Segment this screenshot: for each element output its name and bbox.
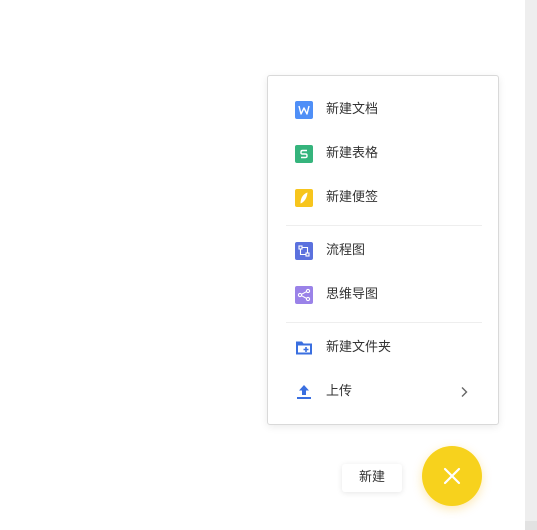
flowchart-icon — [295, 242, 313, 260]
new-folder-icon — [295, 339, 313, 357]
new-tooltip: 新建 — [342, 464, 402, 492]
menu-item-upload[interactable]: 上传 — [268, 372, 498, 412]
new-menu: 新建文档 新建表格 新建便签 流程图 思维导图 新建文件夹 上传 — [267, 75, 499, 425]
menu-item-flowchart[interactable]: 流程图 — [268, 231, 498, 271]
vertical-scrollbar[interactable] — [525, 0, 537, 530]
upload-icon — [295, 383, 313, 401]
menu-divider — [286, 225, 482, 226]
mindmap-icon — [295, 286, 313, 304]
spreadsheet-icon — [295, 145, 313, 163]
note-icon — [295, 189, 313, 207]
close-fab-button[interactable] — [422, 446, 482, 506]
close-icon — [443, 467, 461, 485]
menu-item-label: 新建文件夹 — [326, 340, 392, 355]
menu-item-label: 思维导图 — [326, 287, 379, 302]
menu-item-new-document[interactable]: 新建文档 — [268, 90, 498, 130]
menu-item-new-note[interactable]: 新建便签 — [268, 178, 498, 218]
scrollbar-corner — [525, 521, 537, 530]
menu-item-label: 流程图 — [326, 243, 366, 258]
chevron-right-icon — [458, 384, 470, 400]
menu-item-label: 新建便签 — [326, 190, 379, 205]
menu-item-new-folder[interactable]: 新建文件夹 — [268, 328, 498, 368]
menu-divider — [286, 322, 482, 323]
menu-item-label: 新建文档 — [326, 102, 379, 117]
page: 新建文档 新建表格 新建便签 流程图 思维导图 新建文件夹 上传 新建 — [0, 0, 537, 530]
menu-item-mindmap[interactable]: 思维导图 — [268, 275, 498, 315]
word-doc-icon — [295, 101, 313, 119]
menu-item-label: 上传 — [326, 384, 353, 399]
menu-item-label: 新建表格 — [326, 146, 379, 161]
menu-item-new-spreadsheet[interactable]: 新建表格 — [268, 134, 498, 174]
